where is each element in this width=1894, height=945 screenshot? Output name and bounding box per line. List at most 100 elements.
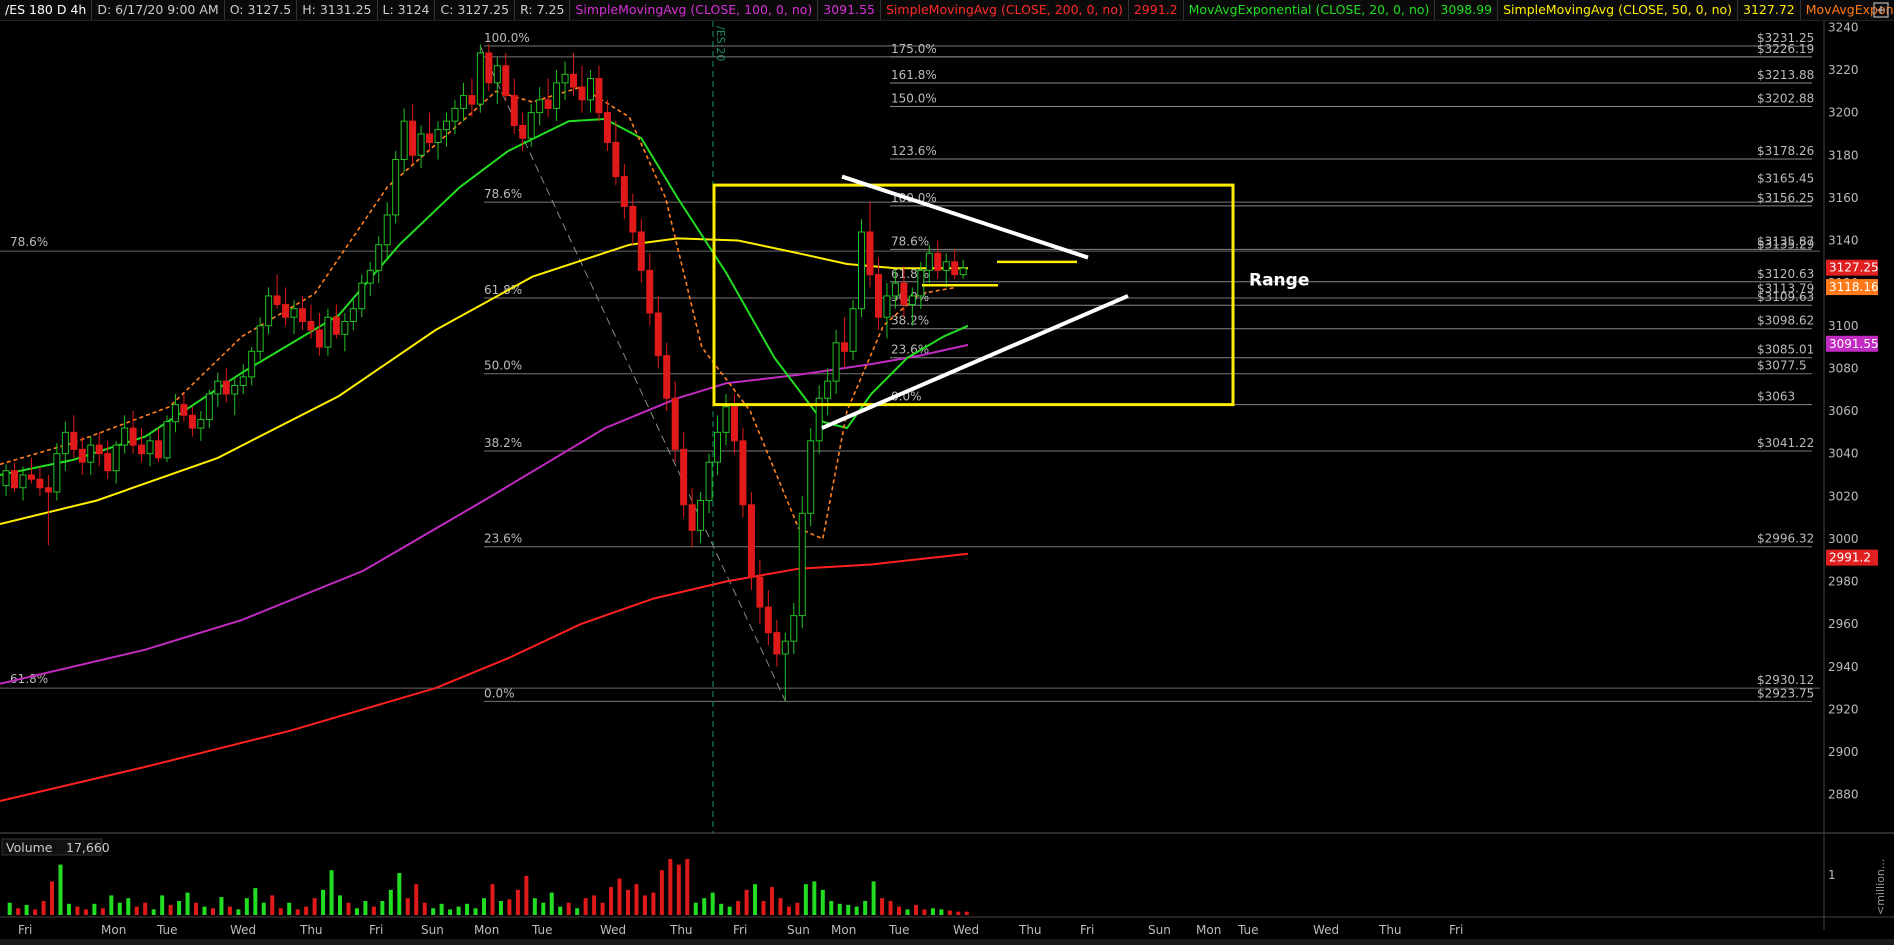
volume-bar	[532, 898, 537, 915]
volume-value: 17,660	[66, 840, 110, 855]
candle-body	[19, 474, 27, 489]
candle-body	[688, 504, 696, 531]
volume-bar	[922, 909, 927, 915]
y-tick-label: 2960	[1828, 617, 1859, 631]
y-tick-label: 3240	[1828, 20, 1859, 34]
candle-body	[578, 86, 586, 101]
x-tick-label: Mon	[831, 923, 856, 937]
volume-bar	[583, 898, 588, 915]
fib-price-label: $2923.75	[1757, 686, 1814, 700]
volume-bar	[126, 898, 131, 915]
x-tick-label: Tue	[156, 923, 178, 937]
fib-price-label: $3165.45	[1757, 171, 1814, 185]
candle-body	[392, 159, 400, 216]
y-tick-label: 2900	[1828, 745, 1859, 759]
candle-body	[104, 453, 112, 472]
candle-body	[476, 52, 484, 105]
candle-body	[44, 487, 52, 493]
volume-bar	[769, 887, 774, 915]
chart-canvas[interactable]: 78.6%61.8%100.0% $3231.25$3226.1978.6%61.…	[0, 0, 1894, 945]
y-tick-label: 3180	[1828, 148, 1859, 162]
volume-bar	[278, 908, 283, 915]
candle-body	[646, 269, 654, 314]
volume-bar	[117, 902, 122, 915]
candle-body	[756, 576, 764, 608]
volume-bar	[397, 873, 402, 915]
candle-body	[324, 316, 332, 348]
candle-body	[883, 295, 891, 318]
x-tick-label: Wed	[600, 923, 626, 937]
candle-body	[222, 380, 230, 395]
candle-body	[121, 427, 129, 446]
volume-bar	[685, 859, 690, 915]
x-tick-label: Thu	[299, 923, 323, 937]
candle-body	[290, 308, 298, 318]
volume-bar	[651, 892, 656, 915]
fib-extension-label: 38.2%	[891, 314, 929, 328]
candle-body	[832, 342, 840, 382]
volume-bar	[634, 884, 639, 915]
x-tick-label: Tue	[531, 923, 553, 937]
volume-bar	[7, 902, 12, 915]
fib-price-label: $3202.88	[1757, 92, 1814, 106]
volume-bar	[905, 909, 910, 915]
candle-body	[798, 512, 806, 617]
candle-body	[239, 376, 247, 386]
candle-body	[459, 95, 467, 109]
fib-price-label: $3120.63	[1757, 267, 1814, 281]
volume-bar	[295, 909, 300, 915]
fib-extension-label: 78.6%	[891, 234, 929, 248]
candle-body	[375, 244, 383, 271]
x-tick-label: Sun	[421, 923, 444, 937]
candle-body	[307, 321, 315, 331]
candle-body	[163, 421, 171, 459]
candle-body	[485, 52, 493, 84]
candle-body	[714, 431, 722, 463]
volume-bar	[58, 864, 63, 915]
fib-level-label: 38.2%	[484, 436, 522, 450]
candle-body	[349, 308, 357, 323]
y-tick-label: 3220	[1828, 63, 1859, 77]
x-tick-label: Fri	[1449, 923, 1463, 937]
candle-body	[705, 461, 713, 502]
price-tag-label: 3091.55	[1829, 337, 1879, 351]
volume-bar	[134, 906, 139, 915]
candle-body	[248, 350, 256, 378]
fib-extension-label: 175.0%	[891, 42, 937, 56]
volume-label: Volume	[6, 840, 53, 855]
volume-bar	[871, 881, 876, 915]
volume-bar	[659, 870, 664, 915]
volume-bar	[753, 884, 758, 915]
volume-bar	[541, 902, 546, 915]
y-tick-label: 2880	[1828, 788, 1859, 802]
volume-bar	[854, 906, 859, 915]
fib-extension-label: 161.8%	[891, 68, 937, 82]
candle-body	[188, 414, 196, 429]
candle-body	[358, 282, 366, 310]
expiry-marker-label: /ES:20	[714, 26, 727, 61]
candle-body	[273, 295, 281, 305]
candle-body	[87, 444, 95, 463]
volume-bar	[244, 898, 249, 915]
candle-body	[629, 205, 637, 233]
candle-body	[527, 112, 535, 139]
candle	[747, 492, 755, 591]
volume-bar	[761, 901, 766, 915]
volume-bar	[812, 881, 817, 915]
candle-body	[129, 427, 137, 446]
volume-bar	[507, 899, 512, 915]
volume-bar	[270, 895, 275, 915]
volume-bar	[439, 903, 444, 915]
volume-bar	[185, 892, 190, 915]
volume-bar	[109, 895, 114, 915]
candle-body	[807, 440, 815, 514]
y-tick-label: 3080	[1828, 361, 1859, 375]
volume-bar	[515, 889, 520, 915]
candle-body	[671, 397, 679, 450]
candle-body	[205, 393, 213, 421]
price-tag-label: 3127.25	[1829, 261, 1879, 275]
volume-bar	[719, 903, 724, 915]
fib-price-label: $3077.5	[1757, 359, 1807, 373]
volume-bar	[168, 904, 173, 915]
volume-bar	[609, 887, 614, 915]
